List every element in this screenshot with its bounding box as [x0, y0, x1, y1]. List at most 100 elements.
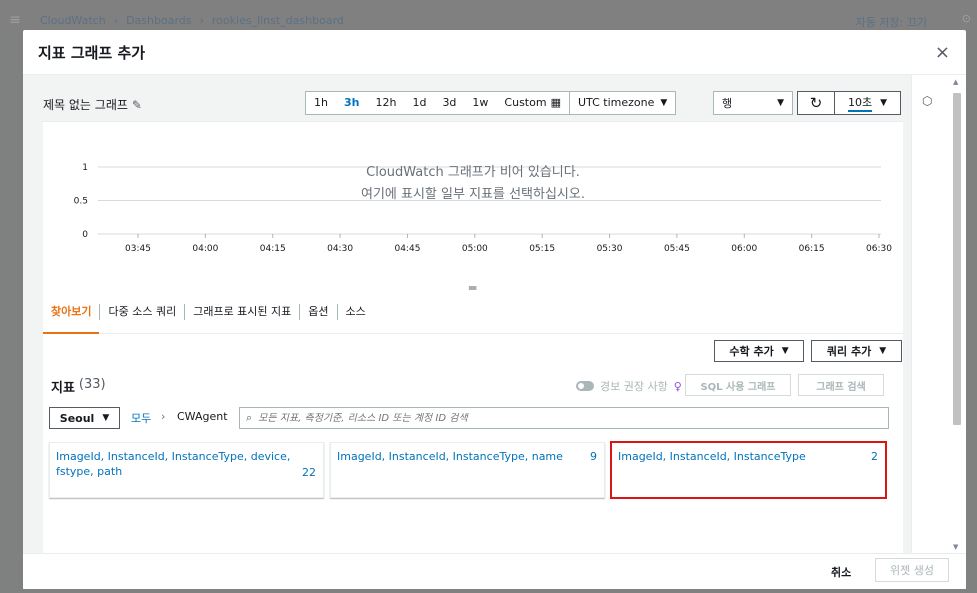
scrollbar[interactable]: ▲ ▼ [951, 75, 963, 553]
x-tick-label: 04:30 [327, 244, 353, 254]
alarm-recommendations-toggle[interactable]: 경보 권장 사항 ♀ [576, 378, 682, 394]
caret-down-icon: ▼ [777, 98, 784, 108]
modal-header: 지표 그래프 추가 × [23, 30, 966, 75]
y-tick-label: 0 [82, 230, 88, 240]
graph-title[interactable]: 제목 없는 그래프 ✎ [43, 96, 142, 113]
chevron-right-icon: › [199, 13, 204, 27]
x-tick-label: 03:45 [125, 244, 151, 254]
time-range-1h[interactable]: 1h [306, 92, 336, 114]
metrics-title: 지표 [51, 381, 75, 396]
refresh-icon: ↻ [809, 94, 823, 112]
graph-search-button[interactable]: 그래프 검색 [798, 374, 884, 396]
dimension-card-label: ImageId, InstanceId, InstanceType, name [337, 450, 563, 463]
x-tick-label: 04:45 [394, 244, 420, 254]
close-icon[interactable]: × [935, 42, 950, 63]
y-tick-label: 1 [82, 163, 88, 173]
caret-down-icon: ▼ [102, 413, 110, 423]
timezone-label: UTC timezone [577, 96, 655, 109]
metrics-search-row: Seoul ▼ 모두 › CWAgent ⌕ [49, 407, 889, 429]
breadcrumb-dashboards: Dashboards [126, 13, 192, 27]
graph-with-sql-button[interactable]: SQL 사용 그래프 [685, 374, 791, 396]
caret-down-icon: ▼ [660, 98, 668, 108]
timezone-dropdown[interactable]: UTC timezone ▼ [570, 92, 675, 114]
metrics-heading: 지표 (33) [51, 377, 106, 396]
time-range-3h[interactable]: 3h [336, 92, 368, 114]
refresh-interval-dropdown[interactable]: 10초 ▼ [835, 91, 901, 115]
empty-graph-message: CloudWatch 그래프가 비어 있습니다. 여기에 표시할 일부 지표를 … [273, 162, 673, 206]
region-dropdown[interactable]: Seoul ▼ [49, 407, 120, 429]
y-tick-label: 0.5 [74, 197, 88, 207]
menu-icon: ≡ [9, 12, 21, 28]
custom-label: Custom [504, 96, 547, 109]
breadcrumb-all[interactable]: 모두 [131, 410, 151, 426]
toggle-switch[interactable] [576, 381, 594, 391]
scroll-down-icon[interactable]: ▼ [953, 543, 958, 551]
graph-type-select[interactable]: 행 ▼ [713, 91, 793, 115]
resize-handle-icon[interactable]: ═ [469, 281, 476, 295]
add-math-label: 수학 추가 [729, 345, 774, 358]
dimension-card-count: 22 [302, 466, 316, 479]
x-tick-label: 04:15 [260, 244, 286, 254]
dimension-card-label: ImageId, InstanceId, InstanceType [618, 450, 806, 463]
scroll-thumb[interactable] [953, 93, 961, 425]
x-tick-label: 06:15 [799, 244, 825, 254]
tab-multi-source-query[interactable]: 다중 소스 쿼리 [100, 303, 184, 333]
x-tick-label: 04:00 [192, 244, 218, 254]
modal-title: 지표 그래프 추가 [38, 43, 146, 62]
settings-icon[interactable]: ⬡ [922, 94, 932, 108]
info-icon: ⊙ [961, 12, 971, 25]
add-query-label: 쿼리 추가 [826, 345, 872, 358]
tab-source[interactable]: 소스 [338, 303, 374, 333]
dimension-card-device-fstype-path[interactable]: ImageId, InstanceId, InstanceType, devic… [49, 442, 324, 498]
graph-title-text: 제목 없는 그래프 [43, 98, 128, 112]
x-tick-label: 06:30 [866, 244, 892, 254]
modal-footer: 취소 위젯 생성 [23, 553, 966, 589]
refresh-button[interactable]: ↻ [797, 91, 835, 115]
graph-toolbar: 제목 없는 그래프 ✎ 1h 3h 12h 1d 3d 1w Custom ▦ … [43, 85, 903, 122]
autosave-status: 자동 저장: 끄기 [855, 16, 927, 29]
side-rail: ⬡ ▲ ▼ [911, 75, 966, 553]
add-math-button[interactable]: 수학 추가 ▼ [714, 340, 804, 362]
caret-down-icon: ▼ [781, 346, 789, 356]
cancel-button[interactable]: 취소 [831, 564, 851, 580]
tab-browse[interactable]: 찾아보기 [43, 303, 100, 334]
x-tick-label: 05:45 [664, 244, 690, 254]
x-tick-label: 05:30 [597, 244, 623, 254]
scroll-up-icon[interactable]: ▲ [953, 78, 958, 86]
caret-down-icon: ▼ [880, 98, 888, 108]
time-range-1w[interactable]: 1w [464, 92, 496, 114]
dimension-card-instance-type[interactable]: ImageId, InstanceId, InstanceType 2 [610, 441, 887, 499]
empty-graph-title: CloudWatch 그래프가 비어 있습니다. [366, 165, 580, 180]
breadcrumb-dashboard-name: rookies_linst_dashboard [211, 13, 344, 27]
breadcrumb-namespace: CWAgent [177, 410, 228, 423]
tab-graphed-metrics[interactable]: 그래프로 표시된 지표 [185, 303, 299, 333]
time-range-3d[interactable]: 3d [434, 92, 464, 114]
chevron-right-icon: › [113, 13, 119, 27]
custom-range-button[interactable]: Custom ▦ [496, 92, 570, 114]
metrics-search-input[interactable] [258, 412, 859, 424]
metrics-search-box[interactable]: ⌕ [239, 407, 889, 429]
time-range-1d[interactable]: 1d [404, 92, 434, 114]
lightbulb-icon: ♀ [673, 379, 682, 393]
background-breadcrumb: CloudWatch › Dashboards › rookies_linst_… [30, 14, 344, 27]
refresh-interval-value: 10초 [847, 94, 873, 112]
dimension-card-count: 9 [590, 450, 597, 463]
time-range-12h[interactable]: 12h [367, 92, 404, 114]
dimension-card-label: ImageId, InstanceId, InstanceType, devic… [56, 450, 291, 478]
search-icon: ⌕ [246, 411, 253, 424]
create-widget-button[interactable]: 위젯 생성 [875, 558, 949, 582]
metrics-count: (33) [78, 377, 106, 392]
graph-chart: 0 0.5 1 03:45 04:00 04:15 04:30 04:45 05:00 05:15… [43, 122, 903, 282]
metric-tabs: 찾아보기 다중 소스 쿼리 그래프로 표시된 지표 옵션 소스 [43, 298, 903, 334]
time-range-selector: 1h 3h 12h 1d 3d 1w Custom ▦ UTC timezone… [305, 91, 677, 115]
modal-body: 제목 없는 그래프 ✎ 1h 3h 12h 1d 3d 1w Custom ▦ … [23, 75, 966, 553]
pencil-icon[interactable]: ✎ [132, 98, 142, 112]
tab-options[interactable]: 옵션 [300, 303, 336, 333]
breadcrumb-cloudwatch: CloudWatch [40, 13, 106, 27]
content-area: 제목 없는 그래프 ✎ 1h 3h 12h 1d 3d 1w Custom ▦ … [43, 85, 903, 553]
calendar-icon: ▦ [550, 96, 561, 109]
caret-down-icon: ▼ [879, 346, 887, 356]
chevron-right-icon: › [161, 410, 166, 423]
add-query-button[interactable]: 쿼리 추가 ▼ [811, 340, 902, 362]
dimension-card-name[interactable]: ImageId, InstanceId, InstanceType, name … [330, 442, 605, 498]
